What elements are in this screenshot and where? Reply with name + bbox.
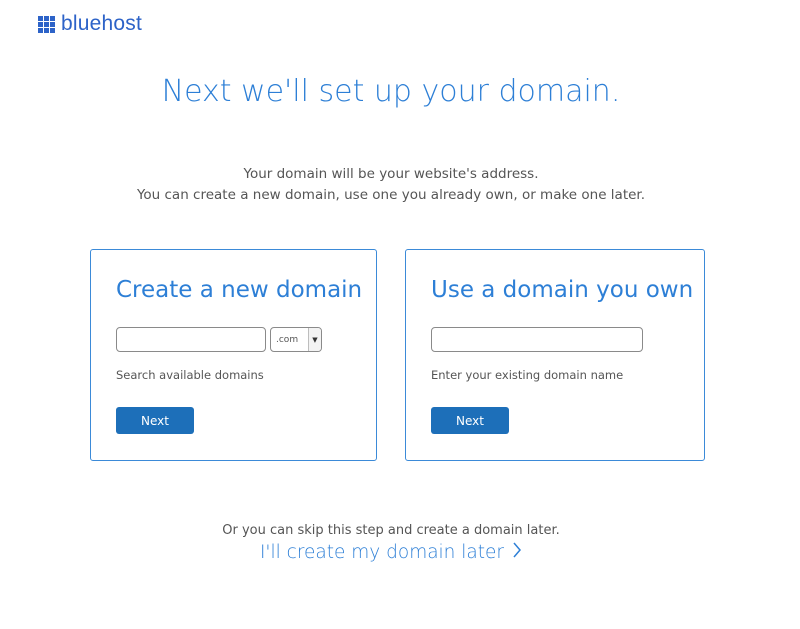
select-arrow-icon: ▼ [308,328,321,351]
intro-line-1: Your domain will be your website's addre… [243,166,539,182]
tld-selected-value: .com [276,334,299,345]
logo-text: bluehost [61,12,142,35]
bluehost-logo[interactable]: bluehost [38,12,142,36]
intro-text: Your domain will be your website's addre… [0,164,782,206]
new-domain-input[interactable] [116,327,266,352]
own-domain-input[interactable] [431,327,643,352]
page-title: Next we'll set up your domain. [161,74,621,109]
skip-text: Or you can skip this step and create a d… [222,523,560,538]
own-domain-title: Use a domain you own [431,277,694,303]
tld-select[interactable]: .com ▼ [270,327,322,352]
create-later-link[interactable]: I'll create my domain later [0,542,782,563]
intro-line-2: You can create a new domain, use one you… [136,187,646,203]
create-domain-title: Create a new domain [116,277,363,303]
create-later-label: I'll create my domain later [259,542,505,563]
grid-icon [38,15,55,33]
new-domain-next-button[interactable]: Next [116,407,194,434]
new-domain-help: Search available domains [116,368,264,382]
create-domain-card: Create a new domain .com ▼ Search availa… [90,249,377,461]
chevron-right-icon [512,542,522,563]
own-domain-next-button[interactable]: Next [431,407,509,434]
own-domain-help: Enter your existing domain name [431,368,624,382]
own-domain-card: Use a domain you own Enter your existing… [405,249,705,461]
